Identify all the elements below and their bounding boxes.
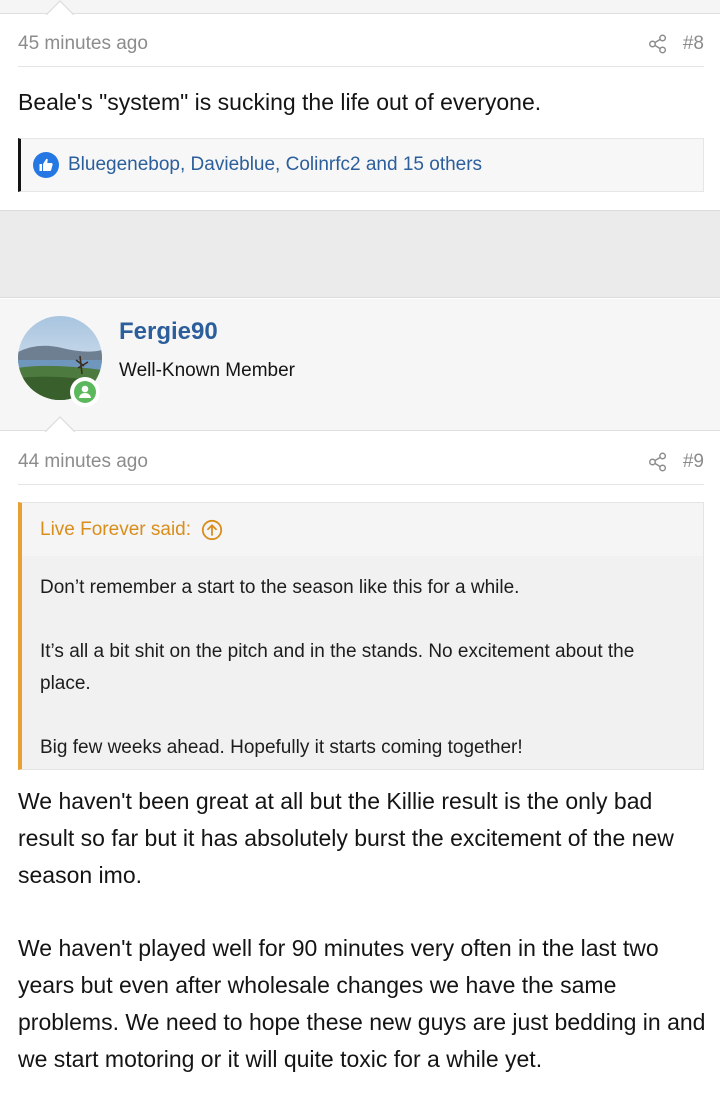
post-paragraph: We haven't been great at all but the Kil…	[18, 788, 674, 888]
post-number[interactable]: #9	[683, 451, 704, 473]
username[interactable]: Fergie90	[119, 318, 218, 346]
quote-author[interactable]: Live Forever said:	[40, 519, 191, 541]
post-separator	[0, 210, 720, 298]
reactions-bar[interactable]: Bluegenebop, Davieblue, Colinrfc2 and 15…	[18, 138, 704, 192]
post-time[interactable]: 45 minutes ago	[18, 33, 148, 55]
post-meta: 45 minutes ago #8	[18, 28, 704, 60]
share-icon[interactable]	[647, 33, 669, 55]
post-meta: 44 minutes ago #9	[18, 446, 704, 478]
quote-paragraph: It’s all a bit shit on the pitch and in …	[40, 641, 635, 694]
post-time[interactable]: 44 minutes ago	[18, 451, 148, 473]
post-paragraph: We haven't played well for 90 minutes ve…	[18, 935, 706, 1072]
like-icon	[33, 152, 59, 178]
caret-up-icon	[45, 416, 75, 432]
quote-header[interactable]: Live Forever said:	[40, 519, 223, 541]
post-body: Beale's "system" is sucking the life out…	[18, 89, 542, 115]
post-number[interactable]: #8	[683, 33, 704, 55]
post-body: We haven't been great at all but the Kil…	[18, 783, 708, 1114]
divider	[18, 66, 704, 67]
quote-paragraph: Don’t remember a start to the season lik…	[40, 577, 520, 598]
caret-up-icon	[46, 0, 74, 15]
share-icon[interactable]	[647, 451, 669, 473]
arrow-up-circle-icon[interactable]	[201, 519, 223, 541]
online-status-icon	[70, 377, 100, 407]
user-header: Fergie90 Well-Known Member	[0, 299, 720, 432]
quote-block: Live Forever said: Don’t remember a star…	[18, 502, 704, 770]
quote-body: Don’t remember a start to the season lik…	[22, 556, 703, 769]
divider	[18, 484, 704, 485]
user-title: Well-Known Member	[119, 360, 295, 381]
quote-paragraph: Big few weeks ahead. Hopefully it starts…	[40, 737, 523, 758]
previous-post-strip	[0, 0, 720, 14]
reactions-list[interactable]: Bluegenebop, Davieblue, Colinrfc2 and 15…	[68, 154, 482, 176]
